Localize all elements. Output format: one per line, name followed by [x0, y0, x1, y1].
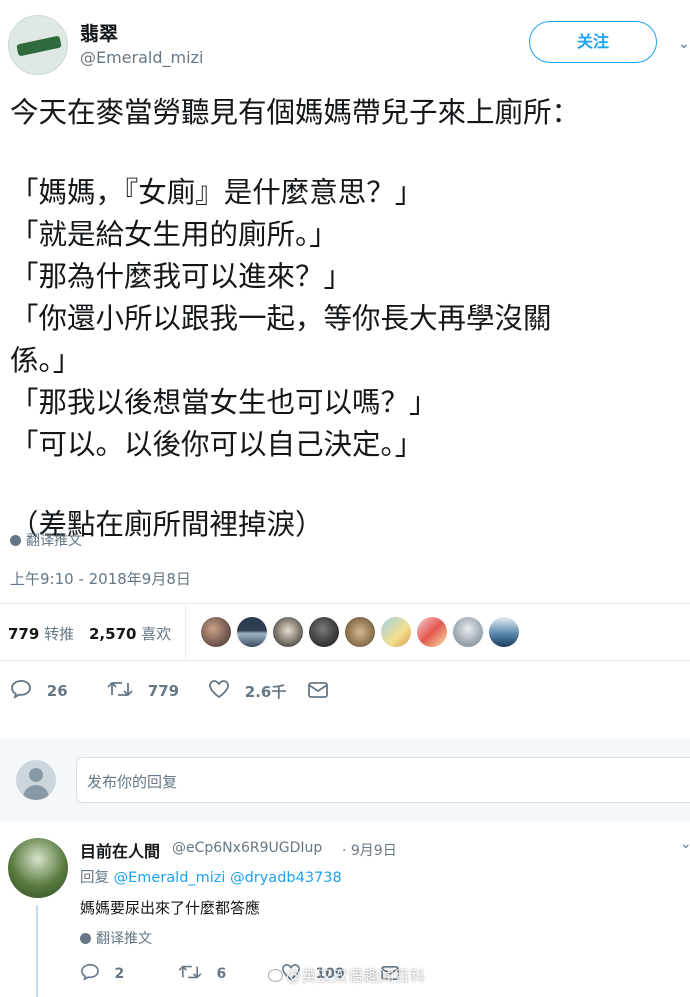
reply-icon: [80, 963, 100, 985]
likes-label: 喜欢: [141, 625, 172, 643]
retweet-action[interactable]: 779: [107, 679, 179, 703]
follow-button[interactable]: 关注: [529, 21, 657, 63]
reply-action[interactable]: 26: [10, 679, 68, 703]
reply-input[interactable]: 发布你的回复: [76, 757, 690, 803]
tweet-timestamp[interactable]: 上午9:10 - 2018年9月8日: [10, 568, 191, 589]
reply-text: 媽媽要尿出來了什麼都答應: [80, 899, 261, 917]
author-avatar[interactable]: [8, 15, 68, 75]
tweet-line: 「那為什麼我可以進來？」: [10, 260, 353, 293]
reply-reply-action[interactable]: 2: [80, 963, 124, 985]
liker-avatar[interactable]: [237, 617, 267, 647]
translate-label: 翻译推文: [96, 931, 152, 947]
reply-icon: [10, 679, 32, 703]
liker-avatar[interactable]: [273, 617, 303, 647]
author-name[interactable]: 翡翠: [80, 19, 118, 46]
tweet-line: 係。」: [10, 344, 82, 377]
tweet-text: 今天在麥當勞聽見有個媽媽帶兒子來上廁所： 「媽媽，『女廁』是什麼意思？」 「就是…: [10, 92, 580, 546]
retweet-stats[interactable]: 779 转推: [8, 623, 74, 644]
tweet-line: 「那我以後想當女生也可以嗎？」: [10, 386, 438, 419]
translate-label: 翻译推文: [26, 533, 82, 549]
reply-date[interactable]: · 9月9日: [342, 840, 397, 860]
reply-translate-button[interactable]: 翻译推文: [80, 928, 152, 948]
mention-link[interactable]: @dryadb43738: [230, 870, 342, 886]
globe-icon: [80, 933, 91, 944]
retweets-count: 779: [8, 625, 40, 643]
direct-message-icon[interactable]: [307, 681, 329, 703]
tweet-line: 「就是給女生用的廁所。」: [10, 218, 338, 251]
tweet-line: 「媽媽，『女廁』是什麼意思？」: [10, 176, 424, 209]
liker-avatar[interactable]: [345, 617, 375, 647]
liker-avatar[interactable]: [489, 617, 519, 647]
mention-link[interactable]: @Emerald_mizi: [114, 870, 226, 886]
liker-avatar[interactable]: [309, 617, 339, 647]
author-handle[interactable]: @Emerald_mizi: [80, 48, 203, 67]
liker-avatar[interactable]: [453, 617, 483, 647]
reply-retweet-action[interactable]: 6: [178, 963, 226, 985]
retweets-label: 转推: [44, 625, 75, 643]
like-stats[interactable]: 2,570 喜欢: [89, 623, 171, 644]
replying-to: 回复 @Emerald_mizi @dryadb43738: [80, 866, 342, 887]
retweet-icon: [178, 963, 202, 985]
follow-label: 关注: [576, 32, 609, 51]
tweet-line: （差點在廁所間裡掉淚）: [10, 508, 324, 541]
reply-retweet-count: 6: [216, 966, 227, 982]
reply-count: 26: [46, 682, 68, 700]
user-avatar: [16, 760, 56, 800]
tweet-line: 「可以。以後你可以自己決定。」: [10, 428, 424, 461]
liker-avatar[interactable]: [417, 617, 447, 647]
tweet-line: 「你還小所以跟我一起，等你長大再學沒關: [10, 302, 552, 335]
retweet-count: 779: [147, 682, 180, 700]
replying-prefix: 回复: [80, 870, 109, 886]
liker-avatar[interactable]: [381, 617, 411, 647]
watermark: @英汉双语趣闻百科: [268, 965, 426, 986]
watermark-text: @英汉双语趣闻百科: [286, 967, 426, 985]
like-action[interactable]: 2.6千: [208, 679, 286, 703]
retweet-icon: [107, 679, 133, 703]
likes-count: 2,570: [89, 625, 137, 643]
reply-reply-count: 2: [114, 966, 125, 982]
reply-author-avatar[interactable]: [8, 838, 68, 898]
liker-avatar[interactable]: [201, 617, 231, 647]
reply-author-handle[interactable]: @eCp6Nx6R9UGDIup: [172, 840, 322, 856]
translate-tweet-button[interactable]: 翻译推文: [10, 530, 82, 550]
reply-author-name[interactable]: 目前在人間: [80, 838, 160, 862]
reply-placeholder: 发布你的回复: [87, 773, 178, 791]
tweet-line: 今天在麥當勞聽見有個媽媽帶兒子來上廁所：: [10, 96, 581, 129]
heart-icon: [208, 679, 230, 703]
globe-icon: [10, 535, 21, 546]
chevron-down-icon[interactable]: ⌄: [680, 836, 690, 852]
chevron-down-icon[interactable]: ⌄: [678, 36, 690, 52]
weibo-icon: [268, 969, 283, 982]
like-count: 2.6千: [244, 682, 287, 701]
